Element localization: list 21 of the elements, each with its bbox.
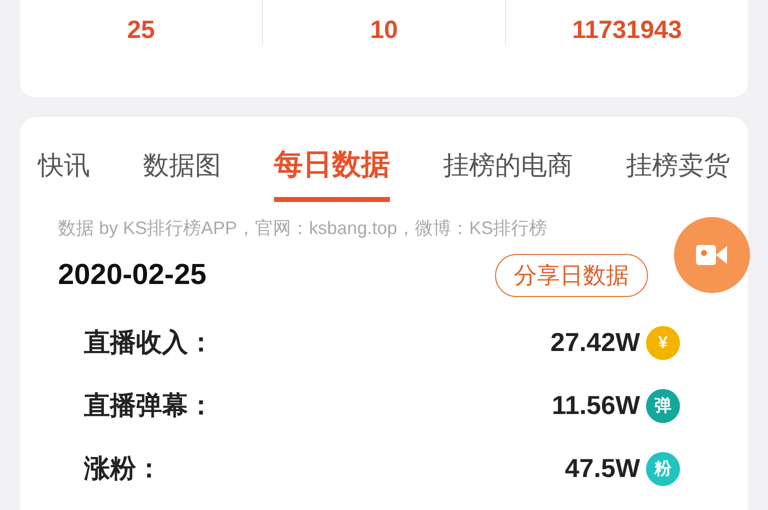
metric-badge: 弹 xyxy=(646,388,680,422)
date-label: 2020-02-25 xyxy=(58,259,206,292)
tab[interactable]: 快讯 xyxy=(38,145,90,202)
metric-label: 直播弹幕： xyxy=(84,389,214,422)
metric-value: 47.5W xyxy=(564,453,640,484)
stat-value: 10 xyxy=(370,16,398,45)
metric-label: 涨粉： xyxy=(84,452,162,485)
source-note: 数据 by KS排行榜APP，官网：ksbang.top，微博：KS排行榜 xyxy=(57,217,548,240)
video-camera-icon xyxy=(695,242,729,268)
tab[interactable]: 数据图 xyxy=(143,145,221,202)
metric-value: 11.56W xyxy=(552,390,640,421)
tab[interactable]: 挂榜的电商 xyxy=(443,145,573,202)
metric-value: 27.42W xyxy=(550,327,640,358)
tab[interactable]: 每日数据 xyxy=(274,145,390,202)
share-button[interactable]: 分享日数据 xyxy=(495,254,648,297)
metric-badge: ¥ xyxy=(646,326,680,360)
tab[interactable]: 挂榜卖货 xyxy=(626,145,730,202)
metric-badge: 粉 xyxy=(646,452,680,486)
metric-label: 直播收入： xyxy=(84,326,214,359)
stat-value: 11731943 xyxy=(572,16,682,45)
stat-value: 25 xyxy=(127,16,155,45)
